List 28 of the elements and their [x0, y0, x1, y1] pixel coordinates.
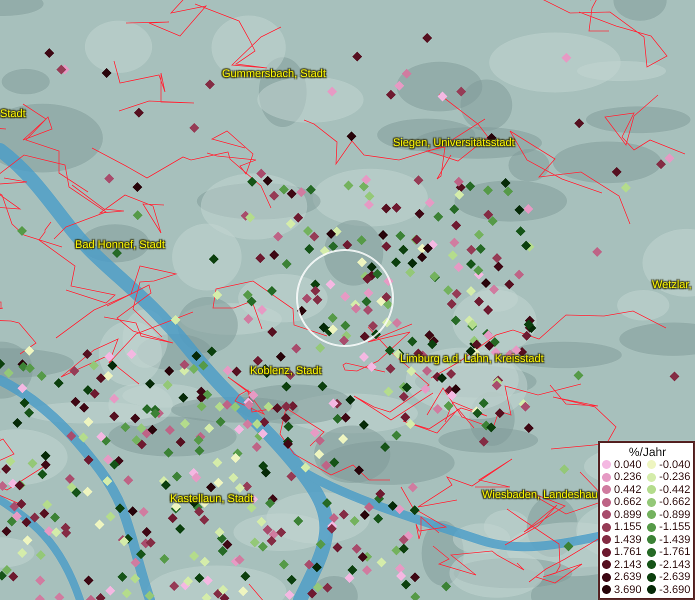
- place-label: Stadt: [0, 108, 26, 120]
- legend-value: 2.143: [614, 558, 642, 571]
- legend-value: 3.690: [614, 584, 642, 596]
- legend-value: -2.143: [659, 558, 690, 571]
- legend-value: -3.690: [659, 584, 690, 596]
- legend-value: 0.442: [614, 484, 642, 496]
- place-label: Bad Honnef, Stadt: [75, 239, 165, 251]
- place-label: Wetzlar,: [652, 279, 692, 291]
- legend-value: -0.442: [659, 484, 690, 496]
- legend-value: -1.761: [659, 546, 690, 558]
- legend-value: 2.639: [614, 571, 642, 584]
- legend-value: -0.899: [659, 508, 690, 521]
- legend-value: -2.639: [659, 571, 690, 584]
- legend-value: 0.236: [614, 471, 642, 484]
- legend-value: -1.155: [659, 521, 690, 534]
- place-label: Kastellaun, Stadt: [170, 493, 254, 505]
- legend-value: -0.662: [659, 496, 690, 508]
- legend-value: 0.040: [614, 458, 642, 471]
- legend-title: %/Jahr: [628, 444, 668, 458]
- legend-value: 1.761: [614, 546, 642, 558]
- legend-value: -1.439: [659, 534, 690, 546]
- legend-value: 0.899: [614, 508, 642, 521]
- legend-value: -0.236: [659, 471, 690, 484]
- legend-value: 1.155: [614, 521, 642, 534]
- legend-value: 1.439: [614, 534, 642, 546]
- legend-value: 0.662: [614, 496, 642, 508]
- place-label: Gummersbach, Stadt: [222, 68, 326, 80]
- legend-value: -0.040: [659, 458, 690, 471]
